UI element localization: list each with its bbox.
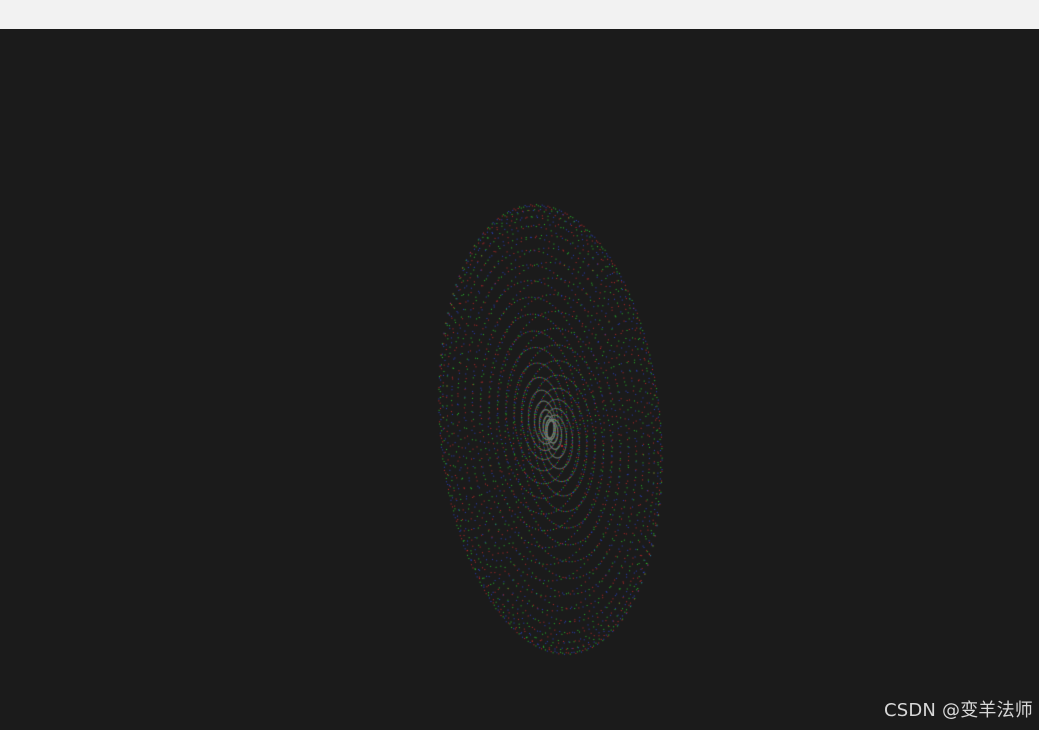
watermark-text: CSDN @变羊法师	[883, 700, 1033, 721]
point-cloud-canvas[interactable]	[0, 29, 1039, 730]
point-cloud-viewport[interactable]: CSDN @变羊法师	[0, 29, 1039, 730]
window-title-bar[interactable]	[0, 0, 1039, 29]
